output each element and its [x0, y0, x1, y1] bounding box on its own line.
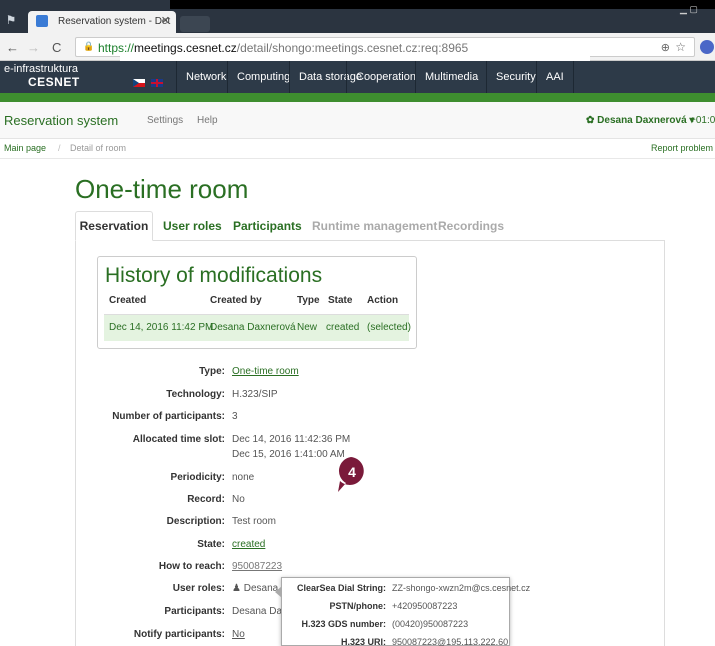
close-icon[interactable]: ✕	[161, 14, 170, 27]
time-slot-end: Dec 15, 2016 1:41:00 AM	[232, 449, 345, 460]
technology-value: H.323/SIP	[232, 389, 278, 400]
history-type: New	[297, 322, 318, 333]
tab-user-roles[interactable]: User roles	[163, 219, 222, 233]
tab-recordings: Recordings	[438, 219, 505, 233]
state-value[interactable]: created	[232, 539, 265, 550]
how-to-reach-value[interactable]: 950087223	[232, 561, 282, 572]
participant-count-value: 3	[232, 411, 238, 422]
user-roles-label: User roles:	[172, 583, 225, 594]
help-link[interactable]: Help	[197, 115, 218, 126]
reload-icon[interactable]: C	[52, 40, 61, 55]
step-marker-icon: 4	[338, 457, 364, 492]
history-action: (selected)	[367, 322, 411, 333]
forward-icon[interactable]: →	[27, 40, 40, 55]
state-label: State:	[197, 539, 225, 550]
tab-reservation[interactable]: Reservation	[75, 211, 153, 241]
uri-label: H.323 URI:	[340, 637, 386, 646]
breadcrumb-current: Detail of room	[70, 143, 127, 153]
periodicity-value: none	[232, 472, 255, 483]
gds-value: (00420)950087223	[392, 619, 469, 629]
lock-icon: 🔒	[83, 41, 95, 51]
pstn-label: PSTN/phone:	[329, 601, 387, 611]
tab-runtime-management: Runtime management	[312, 219, 438, 233]
history-header-type: Type	[297, 295, 320, 306]
nav-aai[interactable]: AAI	[536, 61, 574, 93]
participant-count-label: Number of participants:	[112, 411, 225, 422]
tab-title: Reservation system - Det	[58, 16, 171, 27]
extension-icon[interactable]	[700, 40, 714, 54]
record-label: Record:	[187, 494, 225, 505]
browser-tab[interactable]: Reservation system - Det ✕	[28, 11, 176, 33]
report-problem-link[interactable]: Report problem	[651, 143, 713, 153]
history-header-state: State	[328, 295, 353, 306]
type-label: Type:	[199, 366, 225, 377]
notify-label: Notify participants:	[133, 629, 225, 640]
type-value[interactable]: One-time room	[232, 366, 299, 377]
settings-link[interactable]: Settings	[147, 115, 183, 126]
nav-multimedia[interactable]: Multimedia	[415, 61, 487, 93]
periodicity-label: Periodicity:	[170, 472, 225, 483]
nav-cooperation[interactable]: Cooperation	[346, 61, 425, 93]
history-created: Dec 14, 2016 11:42 PM	[109, 322, 214, 333]
history-header-created-by: Created by	[210, 295, 262, 306]
zoom-icon[interactable]: ⊕	[661, 41, 670, 54]
breadcrumb-separator: /	[58, 143, 61, 153]
clearsea-label: ClearSea Dial String:	[296, 583, 386, 593]
new-tab-button[interactable]	[180, 16, 210, 32]
address-bar[interactable]: 🔒 https://meetings.cesnet.cz/detail/shon…	[75, 37, 695, 57]
record-value: No	[232, 494, 245, 505]
back-icon[interactable]: ←	[6, 40, 19, 55]
participants-label: Participants:	[164, 606, 225, 617]
user-menu[interactable]: ✿ Desana Daxnerová ▾	[586, 115, 694, 126]
czech-flag-icon[interactable]	[133, 79, 145, 87]
clearsea-value: ZZ-shongo-xwzn2m@cs.cesnet.cz	[392, 583, 531, 593]
technology-label: Technology:	[166, 389, 225, 400]
brand-name[interactable]: CESNET	[28, 75, 80, 89]
incognito-icon: ⚑	[5, 13, 17, 27]
redaction-bar	[170, 0, 715, 9]
uri-value: 950087223@195.113.222.60	[392, 637, 509, 646]
gds-label: H.323 GDS number:	[301, 619, 386, 629]
history-title: History of modifications	[105, 264, 323, 287]
notify-value[interactable]: No	[232, 629, 245, 640]
participants-value: Desana Da	[232, 606, 283, 617]
description-label: Description:	[166, 516, 225, 527]
time-slot-start: Dec 14, 2016 11:42:36 PM	[232, 434, 351, 445]
pstn-value: +420950087223	[392, 601, 458, 611]
favicon-icon	[36, 15, 48, 27]
window-controls[interactable]: ▁ ▢	[680, 4, 715, 14]
history-header-action: Action	[367, 295, 399, 306]
star-icon[interactable]: ☆	[675, 40, 686, 54]
user-icon: ♟	[232, 583, 241, 594]
history-header-created: Created	[109, 295, 147, 306]
url-text: https://meetings.cesnet.cz/detail/shongo…	[98, 41, 469, 55]
time-slot-label: Allocated time slot:	[132, 434, 225, 445]
app-title[interactable]: Reservation system	[4, 113, 118, 128]
brand-logo[interactable]: e-infrastruktura	[4, 63, 78, 75]
page-title: One-time room	[75, 174, 249, 204]
description-value: Test room	[232, 516, 276, 527]
step-number: 4	[348, 464, 356, 480]
breadcrumb-home[interactable]: Main page	[4, 143, 46, 153]
tab-participants[interactable]: Participants	[233, 219, 302, 233]
history-created-by: Desana Daxnerová	[210, 322, 296, 333]
history-state: created	[326, 322, 360, 333]
how-to-reach-tooltip: ClearSea Dial String: ZZ-shongo-xwzn2m@c…	[275, 577, 530, 646]
accent-bar	[0, 93, 715, 102]
how-to-reach-label: How to reach:	[158, 561, 225, 572]
uk-flag-icon[interactable]	[151, 79, 163, 87]
timezone-label[interactable]: +01:0	[690, 115, 715, 126]
